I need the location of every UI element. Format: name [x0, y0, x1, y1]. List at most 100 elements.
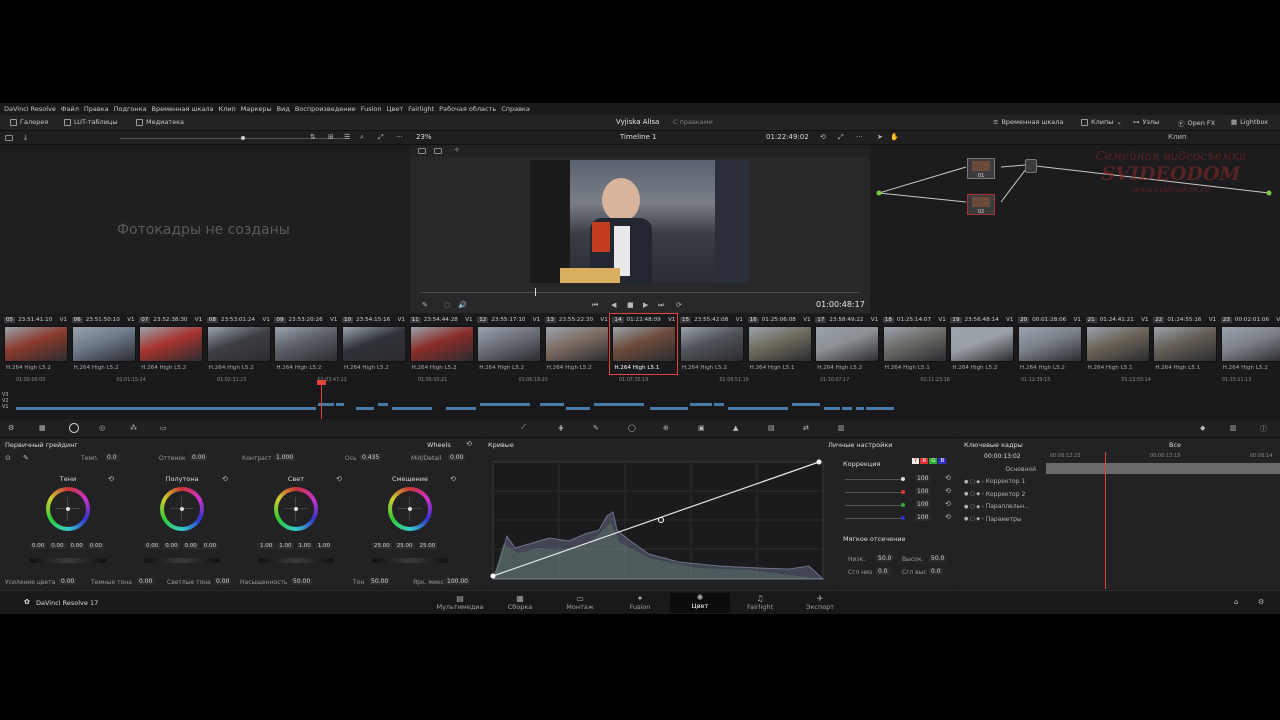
wheel-master-slider[interactable]: [144, 558, 220, 563]
luts-button[interactable]: LUT-таблицы: [64, 118, 118, 126]
track-clip[interactable]: [650, 407, 688, 410]
track-clip[interactable]: [446, 407, 476, 410]
hand-icon[interactable]: ✋: [890, 133, 899, 141]
picker-icon[interactable]: ✎: [422, 301, 428, 309]
wheel-handle[interactable]: [66, 507, 70, 511]
temp-field[interactable]: 0.0: [105, 454, 119, 461]
channel-reset-icon[interactable]: ⟲: [945, 500, 951, 508]
wheel-0[interactable]: [46, 487, 90, 531]
reset-all-icon[interactable]: ⟲: [466, 440, 472, 448]
channel-slider[interactable]: [845, 492, 901, 493]
curve-preset-dropdown[interactable]: Личные настройки: [828, 441, 892, 449]
channel-reset-icon[interactable]: ⟲: [945, 474, 951, 482]
wheel-reset-icon[interactable]: ⟲: [108, 475, 114, 483]
menu-item[interactable]: DaVinci Resolve: [4, 105, 56, 113]
clip-thumbnail[interactable]: 07 23:52:38:30 V1 H.264 High L5.2: [137, 314, 204, 374]
boost-field[interactable]: 0.00: [59, 578, 77, 585]
timeline-dropdown[interactable]: Timeline 1: [620, 133, 656, 141]
menu-item[interactable]: Правка: [84, 105, 109, 113]
channel-value[interactable]: 100: [915, 514, 931, 521]
viewer-more-icon[interactable]: ···: [856, 133, 863, 141]
nodes-toggle[interactable]: ⊶ Узлы: [1133, 118, 1159, 126]
channel-value[interactable]: 100: [915, 475, 931, 482]
channel-value[interactable]: 100: [915, 501, 931, 508]
track-clip[interactable]: [690, 403, 712, 406]
menu-item[interactable]: Fusion: [361, 105, 382, 113]
window-icon[interactable]: ◯: [628, 424, 636, 432]
wheel-1[interactable]: [160, 487, 204, 531]
qualifier-icon[interactable]: ✎: [593, 424, 599, 432]
clip-thumbnail[interactable]: 21 01:24:41:21 V1 H.264 High L5.1: [1084, 314, 1151, 374]
pivot-field[interactable]: 0.435: [360, 454, 382, 461]
shadows-field[interactable]: 0.00: [137, 578, 155, 585]
search-icon[interactable]: ⌕: [360, 133, 364, 142]
wheel-master-slider[interactable]: [258, 558, 334, 563]
track-clip[interactable]: [566, 407, 590, 410]
viewer-layout-icon[interactable]: [418, 148, 426, 154]
sizing-icon[interactable]: ⇄: [803, 424, 809, 432]
wheel-value[interactable]: 25.00: [372, 543, 392, 549]
channel-slider[interactable]: [845, 479, 901, 480]
color-match-icon[interactable]: ▦: [39, 424, 46, 432]
stop-icon[interactable]: ■: [627, 301, 634, 309]
track-clip[interactable]: [594, 403, 644, 406]
panel-toggle-icon[interactable]: [5, 135, 13, 141]
wheel-value[interactable]: 25.00: [417, 543, 438, 549]
tracker-icon[interactable]: ⊕: [663, 424, 669, 432]
wheel-handle[interactable]: [180, 507, 184, 511]
clip-thumbnail[interactable]: 12 23:55:17:10 V1 H.264 High L5.2: [475, 314, 542, 374]
track-clip[interactable]: [824, 407, 840, 410]
wheel-value[interactable]: 1.00: [258, 543, 275, 549]
hue-field[interactable]: 50.00: [369, 578, 391, 585]
gallery-button[interactable]: Галерея: [10, 118, 48, 126]
track-clip[interactable]: [728, 407, 788, 410]
wheel-value[interactable]: 25.00: [394, 543, 415, 549]
menu-item[interactable]: Fairlight: [408, 105, 434, 113]
wheel-value[interactable]: 0.00: [68, 543, 85, 549]
lummix-field[interactable]: 100.00: [445, 578, 470, 585]
clip-thumbnail[interactable]: 17 23:58:49:22 V1 H.264 High L5.2: [813, 314, 880, 374]
fullscreen-icon[interactable]: ⤢: [378, 133, 384, 142]
keyframes-tab-icon[interactable]: ◆: [1200, 424, 1205, 432]
parallel-mixer-node[interactable]: [1025, 159, 1037, 173]
page-2[interactable]: ▭ Монтаж: [550, 594, 610, 611]
color-wheels-icon[interactable]: [69, 423, 79, 433]
import-icon[interactable]: ⤓: [24, 133, 27, 142]
channel-reset-icon[interactable]: ⟲: [945, 487, 951, 495]
clip-thumbnail[interactable]: 08 23:53:01:24 V1 H.264 High L5.2: [205, 314, 272, 374]
track-clip[interactable]: [16, 407, 316, 410]
eyedropper-icon[interactable]: ✎: [23, 454, 29, 462]
wheel-value[interactable]: 0.00: [201, 543, 218, 549]
scopes-icon[interactable]: ▥: [1230, 424, 1237, 432]
list-view-icon[interactable]: ☰: [344, 133, 350, 141]
pointer-icon[interactable]: ➤: [877, 133, 883, 141]
magic-mask-icon[interactable]: ▣: [698, 424, 705, 432]
3d-icon[interactable]: ▥: [838, 424, 845, 432]
grid-view-icon[interactable]: ⊞: [328, 133, 334, 141]
menu-item[interactable]: Маркеры: [241, 105, 272, 113]
track-clip[interactable]: [480, 403, 530, 406]
wheel-master-slider[interactable]: [372, 558, 448, 563]
wheel-value[interactable]: 0.00: [87, 543, 104, 549]
split-icon[interactable]: [434, 148, 442, 154]
clip-thumbnail[interactable]: 20 00:01:28:06 V1 H.264 High L5.2: [1016, 314, 1083, 374]
menu-item[interactable]: Справка: [501, 105, 530, 113]
wheel-reset-icon[interactable]: ⟲: [222, 475, 228, 483]
page-1[interactable]: ▦ Сборка: [490, 594, 550, 611]
info-icon[interactable]: ⓘ: [1260, 424, 1267, 434]
lightbox-toggle[interactable]: ▦ Lightbox: [1231, 118, 1268, 126]
page-6[interactable]: ✈ Экспорт: [790, 594, 850, 611]
wheels-mode-dropdown[interactable]: Wheels: [427, 441, 451, 449]
last-frame-icon[interactable]: ⏭: [658, 301, 664, 310]
speaker-icon[interactable]: 🔊: [458, 301, 467, 309]
contrast-field[interactable]: 1.000: [274, 454, 296, 461]
kf-row[interactable]: ● ▢ ◆ › Параллельн...: [964, 501, 1046, 514]
high-soft-field[interactable]: 0.0: [929, 568, 943, 575]
wheel-value[interactable]: 0.00: [144, 543, 161, 549]
scrub-handle[interactable]: [535, 288, 536, 296]
keyframes-playhead[interactable]: [1105, 452, 1106, 589]
menu-item[interactable]: Подгонка: [114, 105, 147, 113]
wheel-value[interactable]: 0.00: [182, 543, 199, 549]
kf-row[interactable]: ● ▢ ◆ › Корректор 2: [964, 488, 1046, 501]
curve-editor[interactable]: [489, 458, 827, 583]
